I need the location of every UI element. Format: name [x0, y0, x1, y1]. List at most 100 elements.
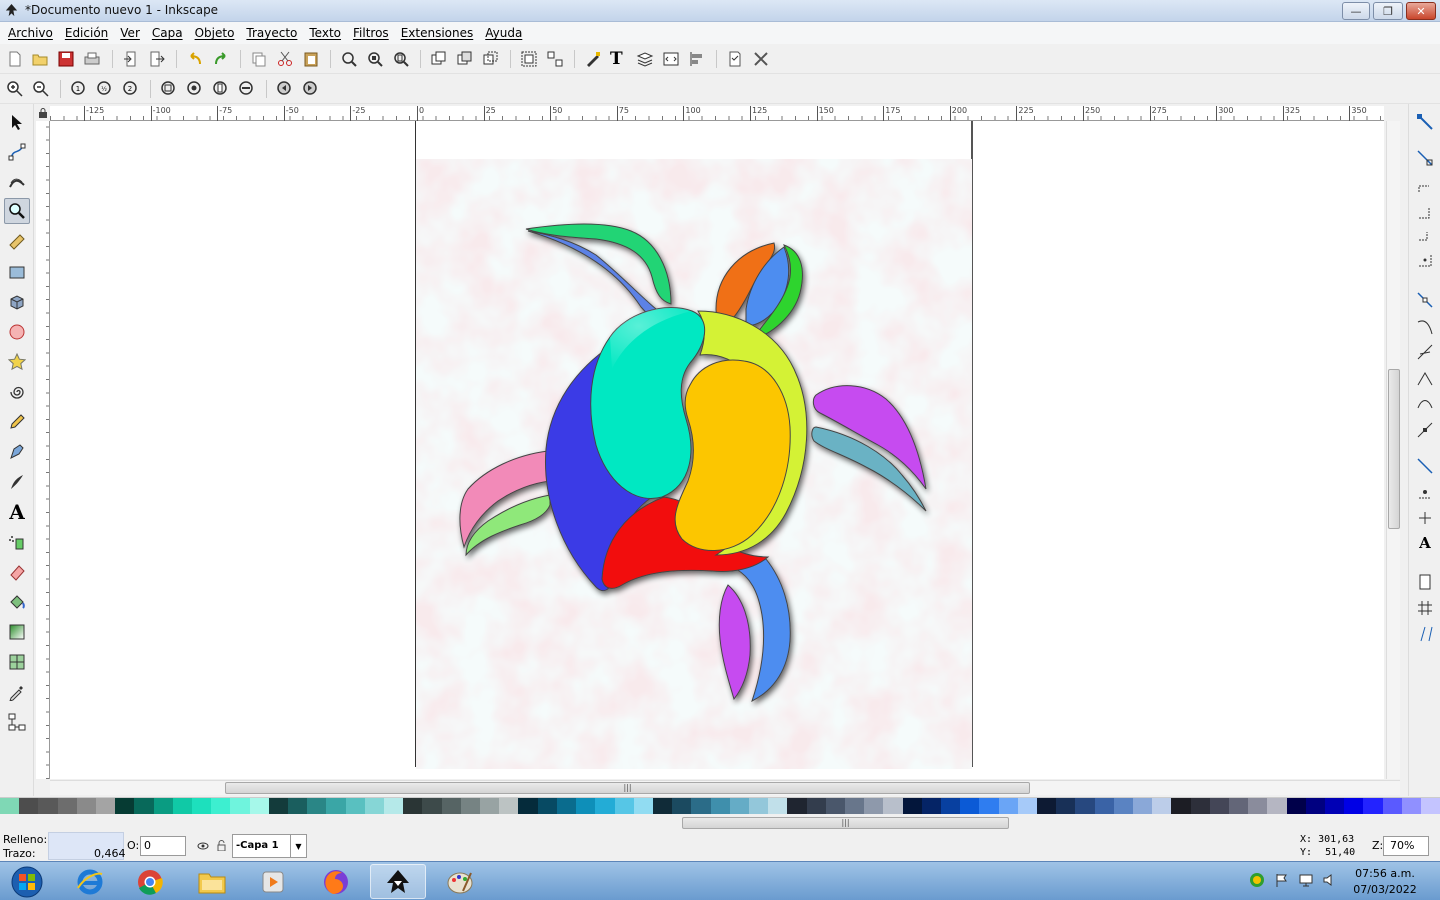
- palette-swatch[interactable]: [1248, 798, 1268, 814]
- palette-swatch[interactable]: [0, 798, 20, 814]
- paste-icon[interactable]: [302, 50, 320, 68]
- snap-rotation-center-icon[interactable]: [1415, 482, 1435, 502]
- palette-swatch[interactable]: [76, 798, 97, 814]
- undo-icon[interactable]: [186, 50, 204, 68]
- palette-swatch[interactable]: [1209, 798, 1229, 814]
- palette-swatch[interactable]: [1286, 798, 1306, 814]
- palette-swatch[interactable]: [364, 798, 385, 814]
- palette-swatch[interactable]: [384, 798, 404, 814]
- menu-trayecto[interactable]: Trayecto: [240, 26, 303, 40]
- zoom-in-icon[interactable]: [6, 80, 24, 98]
- palette-swatch[interactable]: [96, 798, 116, 814]
- palette-swatch[interactable]: [480, 798, 500, 814]
- palette-swatch[interactable]: [1421, 798, 1440, 814]
- group-icon[interactable]: [520, 50, 538, 68]
- palette-swatch[interactable]: [940, 798, 961, 814]
- start-button[interactable]: [0, 864, 54, 899]
- star-tool[interactable]: [4, 349, 30, 375]
- drawing-canvas[interactable]: [50, 121, 1384, 779]
- palette-swatch[interactable]: [825, 798, 845, 814]
- taskbar-firefox[interactable]: [308, 864, 364, 899]
- new-document-icon[interactable]: [6, 50, 24, 68]
- menu-objeto[interactable]: Objeto: [189, 26, 241, 40]
- snap-midpoints-icon[interactable]: [1415, 226, 1435, 246]
- snap-grid-icon[interactable]: [1415, 598, 1435, 618]
- palette-swatch[interactable]: [211, 798, 231, 814]
- maximize-button[interactable]: ❐: [1373, 2, 1403, 20]
- pencil-tool[interactable]: [4, 409, 30, 435]
- import-icon[interactable]: [122, 50, 140, 68]
- menu-archivo[interactable]: Archivo: [2, 26, 59, 40]
- selector-tool[interactable]: [4, 109, 30, 135]
- zoom-tool[interactable]: [4, 198, 30, 224]
- palette-swatch[interactable]: [1344, 798, 1364, 814]
- layers-icon[interactable]: [636, 50, 654, 68]
- vertical-scroll-thumb[interactable]: [1388, 369, 1400, 529]
- palette-swatch[interactable]: [1152, 798, 1172, 814]
- pen-tool[interactable]: [4, 439, 30, 465]
- menu-ver[interactable]: Ver: [114, 26, 146, 40]
- palette-swatch[interactable]: [998, 798, 1018, 814]
- palette-swatch[interactable]: [556, 798, 577, 814]
- palette-swatch[interactable]: [441, 798, 461, 814]
- palette-swatch[interactable]: [652, 798, 673, 814]
- connector-tool[interactable]: [4, 709, 30, 735]
- snap-smooth-icon[interactable]: [1415, 394, 1435, 414]
- system-clock[interactable]: 07:56 a.m. 07/03/2022: [1352, 866, 1418, 898]
- palette-swatch[interactable]: [1325, 798, 1345, 814]
- eraser-tool[interactable]: [4, 559, 30, 585]
- opacity-spinbox[interactable]: 0: [140, 836, 186, 856]
- snap-centers-icon[interactable]: [1415, 250, 1435, 270]
- zoom-fit-width-icon[interactable]: [238, 80, 256, 98]
- eye-visibility-icon[interactable]: [197, 841, 209, 851]
- dropper-tool[interactable]: [4, 679, 30, 705]
- tweak-tool[interactable]: [4, 169, 30, 195]
- palette-swatch[interactable]: [1094, 798, 1114, 814]
- close-button[interactable]: ✕: [1406, 2, 1436, 20]
- zoom-selection-icon[interactable]: [340, 50, 358, 68]
- menu-ayuda[interactable]: Ayuda: [479, 26, 528, 40]
- palette-swatch[interactable]: [864, 798, 884, 814]
- layer-dropdown[interactable]: -Capa 1 ▼: [232, 834, 307, 858]
- palette-swatch[interactable]: [288, 798, 308, 814]
- palette-swatch[interactable]: [518, 798, 538, 814]
- palette-swatch[interactable]: [921, 798, 941, 814]
- zoom-previous-icon[interactable]: [276, 80, 294, 98]
- palette-swatch[interactable]: [537, 798, 557, 814]
- snap-text-baseline-icon[interactable]: [1415, 508, 1435, 528]
- text-tool[interactable]: A: [4, 499, 30, 525]
- taskbar-media-player[interactable]: [245, 864, 301, 899]
- 3d-box-tool[interactable]: [4, 289, 30, 315]
- clone-icon[interactable]: [456, 50, 474, 68]
- cut-icon[interactable]: [276, 50, 294, 68]
- zoom-1-1-icon[interactable]: 1: [70, 80, 88, 98]
- palette-swatch[interactable]: [1229, 798, 1249, 814]
- layer-lock-icon[interactable]: [217, 840, 226, 851]
- xml-editor-icon[interactable]: [662, 50, 680, 68]
- zoom-fit-page-icon[interactable]: [212, 80, 230, 98]
- snap-paths-icon[interactable]: [1415, 316, 1435, 336]
- menu-texto[interactable]: Texto: [303, 26, 347, 40]
- node-tool[interactable]: [4, 139, 30, 165]
- redo-icon[interactable]: [212, 50, 230, 68]
- palette-swatch[interactable]: [787, 798, 807, 814]
- palette-swatch[interactable]: [768, 798, 788, 814]
- palette-swatch[interactable]: [499, 798, 519, 814]
- palette-swatch[interactable]: [1113, 798, 1133, 814]
- palette-swatch[interactable]: [729, 798, 749, 814]
- paint-bucket-tool[interactable]: [4, 589, 30, 615]
- mesh-tool[interactable]: [4, 649, 30, 675]
- spray-tool[interactable]: [4, 529, 30, 555]
- palette-swatch[interactable]: [576, 798, 596, 814]
- palette-swatch[interactable]: [883, 798, 903, 814]
- vertical-scrollbar[interactable]: [1386, 121, 1400, 779]
- rectangle-tool[interactable]: [4, 259, 30, 285]
- ungroup-icon[interactable]: [546, 50, 564, 68]
- palette-scrollbar[interactable]: |||: [0, 815, 1440, 831]
- zoom-2-1-icon[interactable]: 2: [122, 80, 140, 98]
- minimize-button[interactable]: —: [1342, 2, 1370, 20]
- zoom-fit-selection-icon[interactable]: [160, 80, 178, 98]
- taskbar-internet-explorer[interactable]: [62, 864, 118, 899]
- gradient-tool[interactable]: [4, 619, 30, 645]
- palette-swatch[interactable]: [806, 798, 826, 814]
